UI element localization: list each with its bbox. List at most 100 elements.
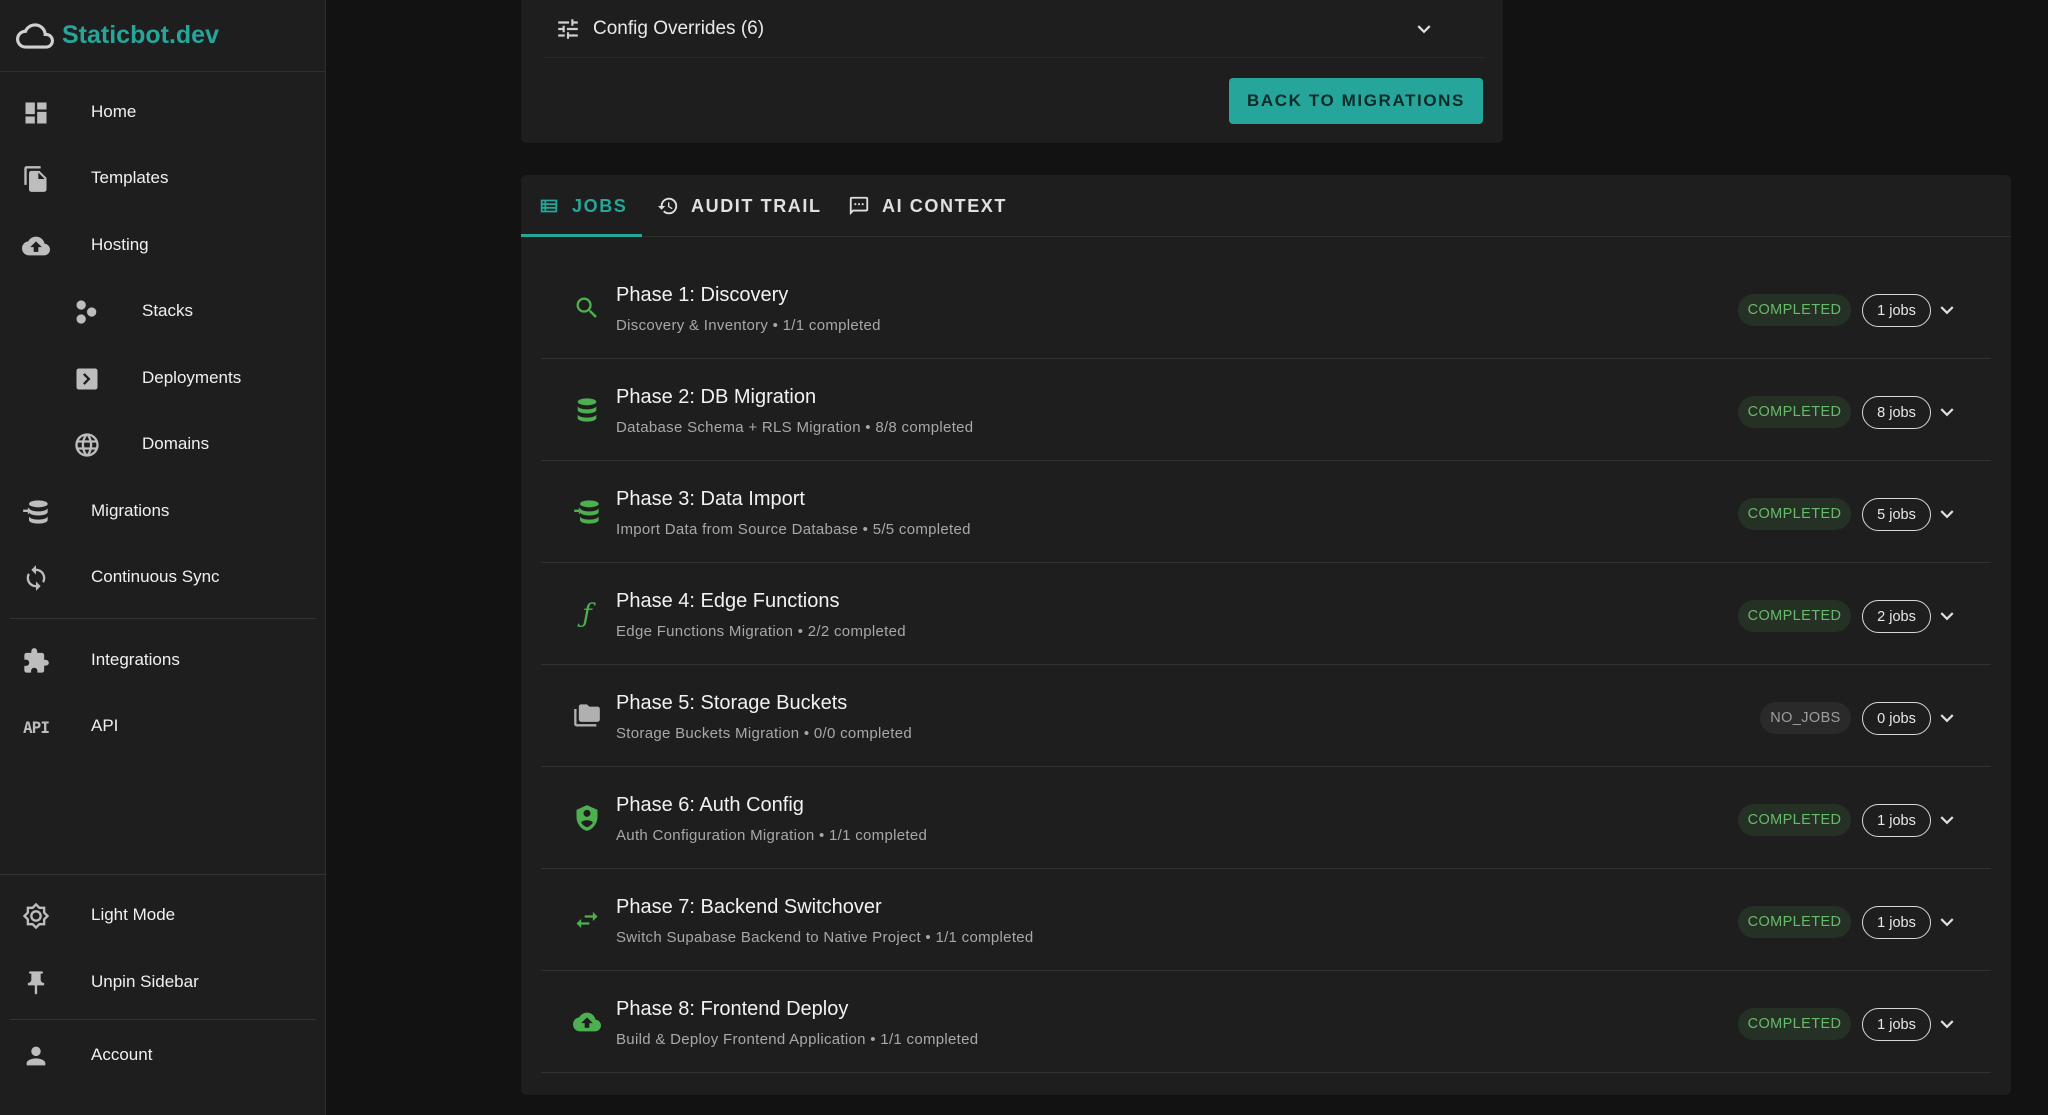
sidebar-item-home[interactable]: Home — [0, 83, 326, 143]
phase-subtitle: Build & Deploy Frontend Application • 1/… — [616, 1031, 979, 1048]
sidebar-item-label: Hosting — [91, 235, 149, 254]
chevron-down-icon[interactable] — [1934, 297, 1960, 323]
chevron-down-icon[interactable] — [1934, 399, 1960, 425]
sidebar-item-light-mode[interactable]: Light Mode — [0, 886, 326, 946]
sidebar-divider — [10, 618, 316, 619]
ai-chat-icon — [849, 196, 869, 216]
jobs-count-chip: 0 jobs — [1862, 702, 1931, 735]
phase-row[interactable]: Phase 3: Data Import Import Data from So… — [541, 461, 1991, 563]
back-to-migrations-button[interactable]: BACK TO MIGRATIONS — [1229, 78, 1483, 124]
phase-title: Phase 4: Edge Functions — [616, 590, 840, 612]
sidebar-item-api[interactable]: API API — [0, 697, 326, 757]
database-icon — [571, 394, 603, 426]
tab-label: AUDIT TRAIL — [691, 195, 822, 216]
tune-icon — [558, 18, 578, 39]
sidebar-item-label: Home — [91, 102, 137, 121]
phase-subtitle: Edge Functions Migration • 2/2 completed — [616, 623, 906, 640]
brightness-icon — [21, 901, 51, 931]
jobs-panel: JOBS AUDIT TRAIL AI CONTEXT Phase 1: Dis… — [521, 175, 2011, 1095]
phase-title: Phase 1: Discovery — [616, 284, 789, 306]
chevron-down-icon[interactable] — [1934, 501, 1960, 527]
jobs-count-chip: 1 jobs — [1862, 294, 1931, 327]
tab-jobs[interactable]: JOBS — [538, 175, 627, 237]
database-import-icon — [571, 496, 603, 528]
sidebar-item-label: Continuous Sync — [91, 567, 220, 586]
phase-subtitle: Switch Supabase Backend to Native Projec… — [616, 929, 1034, 946]
tab-label: AI CONTEXT — [882, 195, 1008, 216]
chevron-down-icon[interactable] — [1934, 807, 1960, 833]
sidebar-item-templates[interactable]: Templates — [0, 149, 326, 209]
phase-title: Phase 8: Frontend Deploy — [616, 998, 849, 1020]
tab-bar: JOBS AUDIT TRAIL AI CONTEXT — [521, 175, 2011, 237]
status-badge: COMPLETED — [1738, 600, 1851, 632]
jobs-count-chip: 5 jobs — [1862, 498, 1931, 531]
sidebar-item-continuous-sync[interactable]: Continuous Sync — [0, 548, 326, 608]
chevron-box-icon — [72, 364, 102, 394]
list-icon — [540, 199, 558, 213]
phase-subtitle: Storage Buckets Migration • 0/0 complete… — [616, 725, 913, 742]
active-tab-indicator — [521, 234, 642, 237]
api-icon: API — [23, 717, 50, 737]
phase-row[interactable]: Phase 7: Backend Switchover Switch Supab… — [541, 869, 1991, 971]
sidebar-item-label: Unpin Sidebar — [91, 972, 199, 991]
migration-summary-card: Config Overrides (6) BACK TO MIGRATIONS — [521, 0, 1503, 143]
sidebar-item-label: Domains — [142, 434, 210, 453]
cloud-upload-icon — [21, 231, 51, 261]
status-badge: COMPLETED — [1738, 396, 1851, 428]
phase-row[interactable]: ƒ Phase 4: Edge Functions Edge Functions… — [541, 563, 1991, 665]
chevron-down-icon[interactable] — [1934, 603, 1960, 629]
sidebar-item-label: Stacks — [142, 301, 194, 320]
history-icon — [657, 197, 678, 215]
phase-title: Phase 6: Auth Config — [616, 794, 804, 816]
brand[interactable]: Staticbot.dev — [0, 0, 325, 72]
jobs-count-chip: 1 jobs — [1862, 1008, 1931, 1041]
function-icon: ƒ — [582, 599, 592, 629]
config-overrides-accordion[interactable]: Config Overrides (6) — [543, 0, 1483, 58]
sidebar-item-account[interactable]: Account — [0, 1026, 326, 1086]
sidebar-item-deployments[interactable]: Deployments — [0, 349, 326, 409]
sidebar-item-unpin[interactable]: Unpin Sidebar — [0, 953, 326, 1013]
sidebar-item-stacks[interactable]: Stacks — [0, 282, 326, 342]
tab-ai-context[interactable]: AI CONTEXT — [848, 175, 1007, 237]
phase-title: Phase 2: DB Migration — [616, 386, 817, 408]
sync-icon — [21, 563, 51, 593]
sidebar-item-domains[interactable]: Domains — [0, 415, 326, 475]
phase-row[interactable]: Phase 5: Storage Buckets Storage Buckets… — [541, 665, 1991, 767]
chevron-down-icon[interactable] — [1934, 1011, 1960, 1037]
sidebar-item-label: Integrations — [91, 650, 180, 669]
cloud-logo-icon — [16, 22, 54, 49]
status-badge: COMPLETED — [1738, 804, 1851, 836]
phase-row[interactable]: Phase 8: Frontend Deploy Build & Deploy … — [541, 971, 1991, 1073]
chevron-down-icon[interactable] — [1411, 16, 1437, 42]
jobs-count-chip: 1 jobs — [1862, 906, 1931, 939]
hexagons-icon — [72, 297, 102, 327]
sidebar: Staticbot.dev Home Templates Hosting Sta… — [0, 0, 326, 1115]
swap-icon — [571, 904, 603, 936]
person-icon — [21, 1041, 51, 1071]
cloud-upload-icon — [571, 1006, 603, 1038]
phase-row[interactable]: Phase 2: DB Migration Database Schema + … — [541, 359, 1991, 461]
phase-row[interactable]: Phase 6: Auth Config Auth Configuration … — [541, 767, 1991, 869]
sidebar-item-integrations[interactable]: Integrations — [0, 631, 326, 691]
sidebar-item-hosting[interactable]: Hosting — [0, 216, 326, 276]
chevron-down-icon[interactable] — [1934, 909, 1960, 935]
database-arrow-icon — [21, 497, 51, 527]
status-badge: COMPLETED — [1738, 1008, 1851, 1040]
search-icon — [571, 292, 603, 324]
tab-label: JOBS — [572, 195, 628, 216]
phase-row[interactable]: Phase 1: Discovery Discovery & Inventory… — [541, 257, 1991, 359]
sidebar-item-label: Templates — [91, 168, 169, 187]
documents-icon — [21, 164, 51, 194]
chevron-down-icon[interactable] — [1934, 705, 1960, 731]
sidebar-item-label: API — [91, 716, 119, 735]
phase-subtitle: Discovery & Inventory • 1/1 completed — [616, 317, 881, 334]
pin-icon — [21, 968, 51, 998]
sidebar-item-migrations[interactable]: Migrations — [0, 482, 326, 542]
jobs-count-chip: 1 jobs — [1862, 804, 1931, 837]
phase-title: Phase 5: Storage Buckets — [616, 692, 848, 714]
status-badge: NO_JOBS — [1760, 702, 1851, 734]
tab-audit-trail[interactable]: AUDIT TRAIL — [657, 175, 822, 237]
puzzle-icon — [21, 646, 51, 676]
phase-subtitle: Database Schema + RLS Migration • 8/8 co… — [616, 419, 974, 436]
status-badge: COMPLETED — [1738, 294, 1851, 326]
